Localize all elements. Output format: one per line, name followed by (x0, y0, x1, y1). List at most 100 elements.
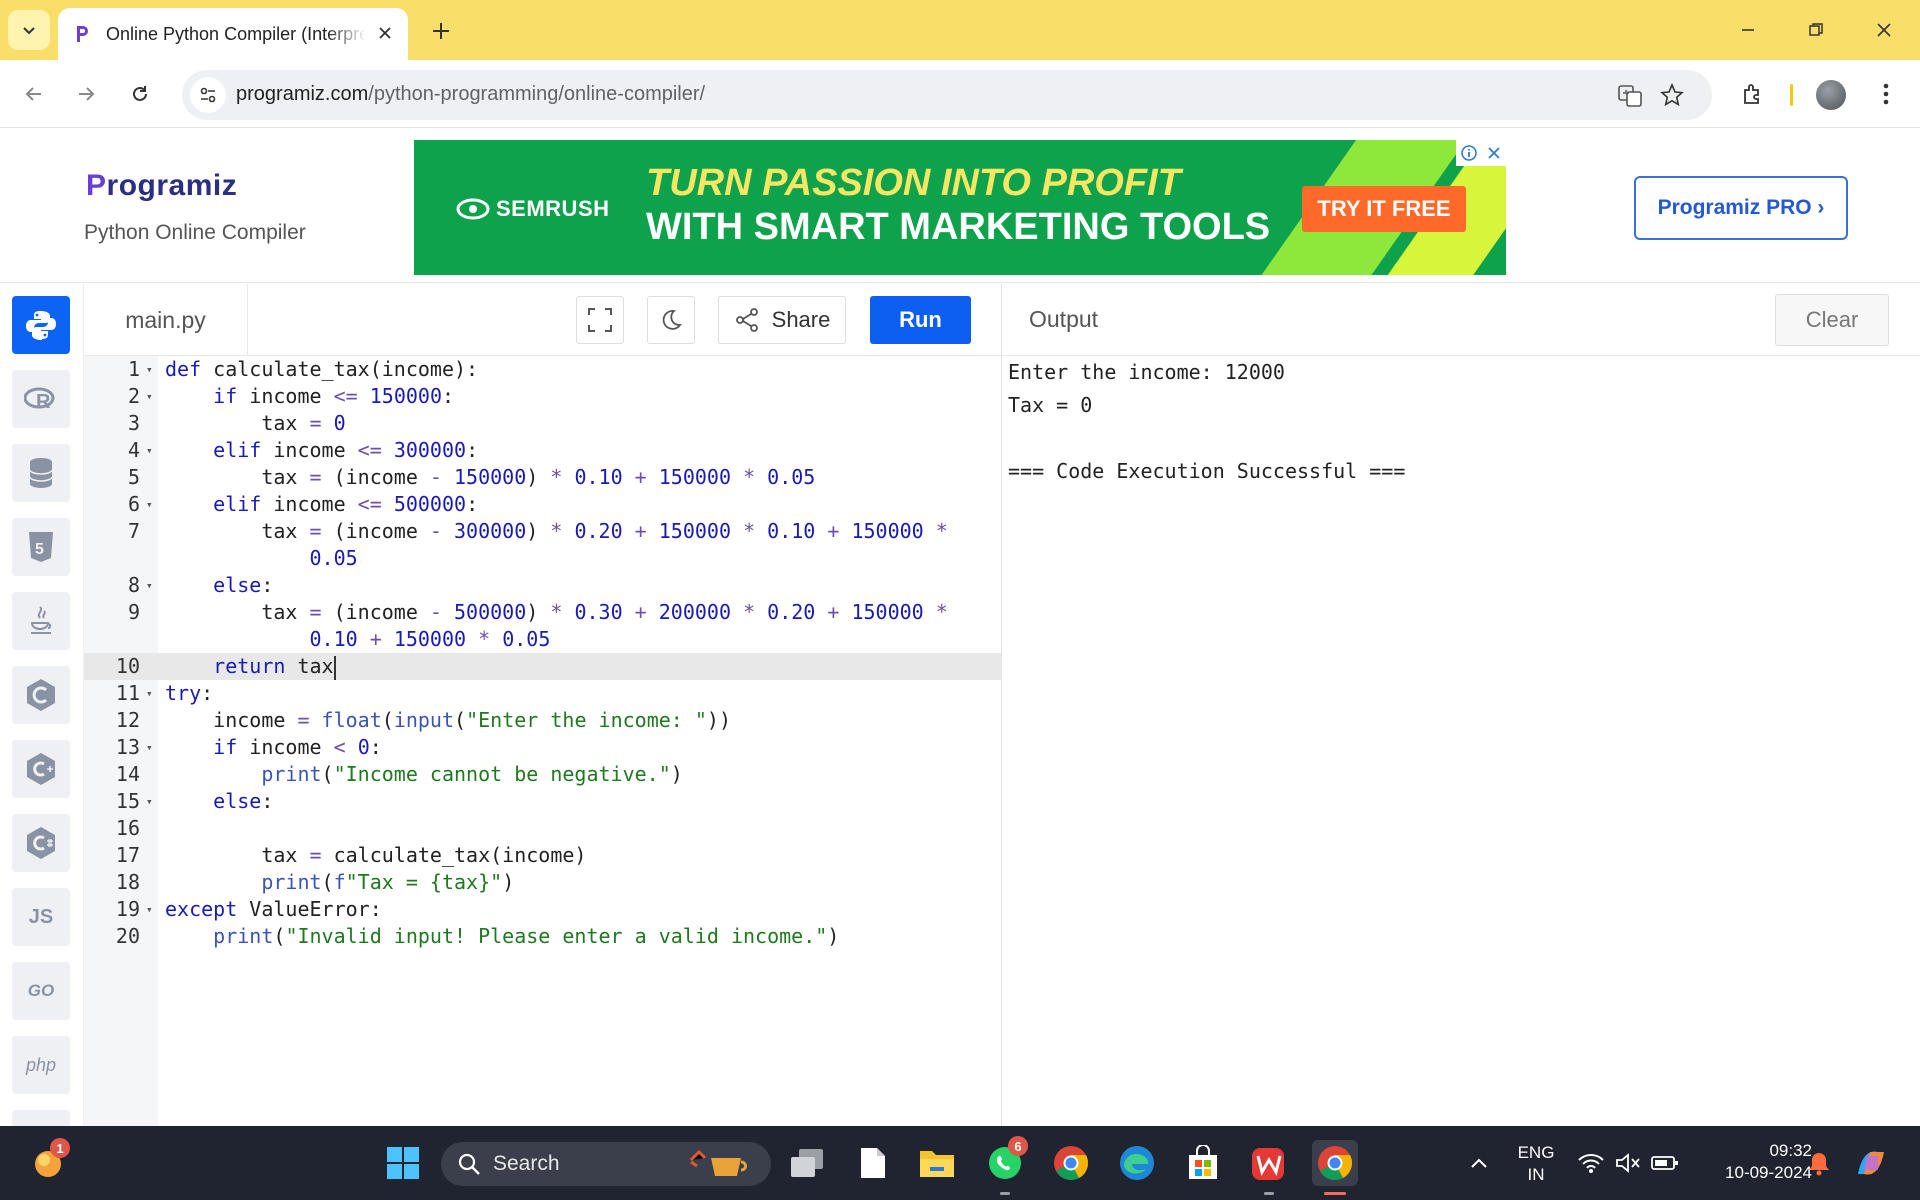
code-text: def calculate_tax(income): (165, 357, 479, 381)
new-tab-button[interactable] (424, 14, 458, 48)
weather-widget[interactable]: 1 (26, 1138, 72, 1186)
clock-date: 10-09-2024 (1725, 1163, 1812, 1182)
restore-button[interactable] (1794, 10, 1838, 50)
lang-cpp[interactable] (12, 740, 70, 798)
code-line[interactable]: 13 ▾ if income < 0: (84, 734, 1001, 761)
fold-caret-icon[interactable]: ▾ (146, 437, 153, 464)
fold-caret-icon[interactable]: ▾ (146, 788, 153, 815)
fold-caret-icon[interactable]: ▾ (146, 491, 153, 518)
ad-choices[interactable] (1456, 140, 1506, 166)
output-line: Enter the income: 12000 (1008, 360, 1285, 384)
fullscreen-button[interactable] (576, 296, 624, 344)
share-button[interactable]: Share (718, 296, 846, 344)
code-line[interactable]: 20 print("Invalid input! Please enter a … (84, 923, 1001, 950)
profile-avatar[interactable] (1816, 80, 1846, 110)
minimize-button[interactable] (1726, 10, 1770, 50)
fold-caret-icon[interactable]: ▾ (146, 734, 153, 761)
file-tab-main-py[interactable]: main.py (84, 284, 248, 356)
microsoft-store-app[interactable] (1180, 1140, 1226, 1186)
lang-csharp[interactable] (12, 814, 70, 872)
copilot-button[interactable] (1848, 1140, 1894, 1186)
code-line[interactable]: 5 tax = (income - 150000) * 0.10 + 15000… (84, 464, 1001, 491)
code-line[interactable]: 6 ▾ elif income <= 500000: (84, 491, 1001, 518)
address-bar[interactable]: programiz.com/python-programming/online-… (182, 70, 1712, 120)
copilot-icon (1858, 1151, 1884, 1175)
teacup-icon (689, 1149, 747, 1176)
clear-button[interactable]: Clear (1775, 294, 1889, 346)
close-window-button[interactable] (1862, 10, 1906, 50)
fold-caret-icon[interactable]: ▾ (146, 356, 153, 383)
code-line[interactable]: 15 ▾ else: (84, 788, 1001, 815)
dark-mode-button[interactable] (647, 296, 695, 344)
chrome-active-app[interactable] (1312, 1140, 1358, 1186)
code-editor[interactable]: 1 ▾ def calculate_tax(income): 2 ▾ if income… (84, 356, 1001, 1126)
lang-c[interactable] (12, 666, 70, 724)
code-line[interactable]: 18 print(f"Tax = {tax}") (84, 869, 1001, 896)
code-line[interactable]: 8 ▾ else: (84, 572, 1001, 599)
lang-java[interactable] (12, 592, 70, 650)
file-explorer-app[interactable] (914, 1140, 960, 1186)
plus-icon (433, 23, 449, 39)
programiz-pro-button[interactable]: Programiz PRO › (1634, 176, 1848, 240)
fold-caret-icon[interactable]: ▾ (146, 383, 153, 410)
language-indicator[interactable]: ENG IN (1510, 1142, 1562, 1186)
lang-javascript[interactable]: JS (12, 888, 70, 946)
browser-tab[interactable]: Online Python Compiler (Interpreter) (58, 8, 408, 60)
lang-more[interactable] (12, 1110, 70, 1126)
lang-python[interactable] (12, 296, 70, 354)
code-line[interactable]: 16 (84, 815, 1001, 842)
lang-go[interactable]: GO (12, 962, 70, 1020)
code-line[interactable]: 9 tax = (income - 500000) * 0.30 + 20000… (84, 599, 1001, 626)
show-hidden-icons[interactable] (1456, 1140, 1502, 1186)
lang-sql[interactable] (12, 444, 70, 502)
lang-r[interactable]: R (12, 370, 70, 428)
code-text: elif income <= 300000: (213, 438, 479, 462)
edge-app[interactable] (1114, 1140, 1160, 1186)
code-line[interactable]: 0.10 + 150000 * 0.05 (84, 626, 1001, 653)
start-button[interactable] (380, 1140, 426, 1186)
fold-caret-icon[interactable]: ▾ (146, 572, 153, 599)
run-button[interactable]: Run (870, 296, 971, 344)
lang-php[interactable]: php (12, 1036, 70, 1094)
taskbar-search[interactable]: Search (441, 1142, 771, 1186)
code-line[interactable]: 14 print("Income cannot be negative.") (84, 761, 1001, 788)
tab-close-icon[interactable] (374, 22, 396, 44)
notifications-button[interactable] (1796, 1140, 1842, 1186)
advertisement-banner[interactable]: SEMRUSH TURN PASSION INTO PROFIT WITH SM… (414, 140, 1506, 275)
code-line[interactable]: 19 ▾ except ValueError: (84, 896, 1001, 923)
quick-settings[interactable] (1568, 1140, 1688, 1186)
tab-search-button[interactable] (8, 10, 50, 50)
code-line[interactable]: 4 ▾ elif income <= 300000: (84, 437, 1001, 464)
code-line[interactable]: 17 tax = calculate_tax(income) (84, 842, 1001, 869)
clock[interactable]: 09:32 10-09-2024 (1694, 1140, 1812, 1184)
code-text: tax = 0 (165, 411, 346, 435)
code-line[interactable]: 3 tax = 0 (84, 410, 1001, 437)
menu-icon[interactable] (1866, 74, 1906, 114)
notepad-app[interactable] (850, 1140, 896, 1186)
code-line[interactable]: 7 tax = (income - 300000) * 0.20 + 15000… (84, 518, 1001, 545)
ad-cta-button[interactable]: TRY IT FREE (1302, 186, 1466, 232)
wps-office-app[interactable] (1246, 1140, 1292, 1186)
code-line[interactable]: 12 income = float(input("Enter the incom… (84, 707, 1001, 734)
back-button[interactable] (14, 74, 54, 114)
bookmark-star-icon[interactable] (1656, 79, 1688, 111)
code-line[interactable]: 0.05 (84, 545, 1001, 572)
site-info-icon[interactable] (190, 77, 226, 113)
fold-caret-icon[interactable]: ▾ (146, 680, 153, 707)
lang-html[interactable]: 5 (12, 518, 70, 576)
reload-button[interactable] (120, 74, 160, 114)
code-line[interactable]: 11 ▾ try: (84, 680, 1001, 707)
whatsapp-app[interactable]: 6 (982, 1136, 1028, 1186)
translate-icon[interactable] (1614, 79, 1646, 111)
forward-button[interactable] (66, 74, 106, 114)
code-line[interactable]: 1 ▾ def calculate_tax(income): (84, 356, 1001, 383)
code-line[interactable]: 2 ▾ if income <= 150000: (84, 383, 1001, 410)
task-view-button[interactable] (784, 1140, 830, 1186)
tab-title: Online Python Compiler (Interpreter) (106, 23, 366, 44)
code-line[interactable]: 10 return tax (84, 653, 1001, 680)
programiz-logo[interactable]: Programiz (86, 169, 237, 203)
fold-caret-icon[interactable]: ▾ (146, 896, 153, 923)
chrome-app[interactable] (1048, 1140, 1094, 1186)
code-text: print(f"Tax = {tax}") (261, 870, 515, 894)
extensions-icon[interactable] (1733, 74, 1773, 114)
